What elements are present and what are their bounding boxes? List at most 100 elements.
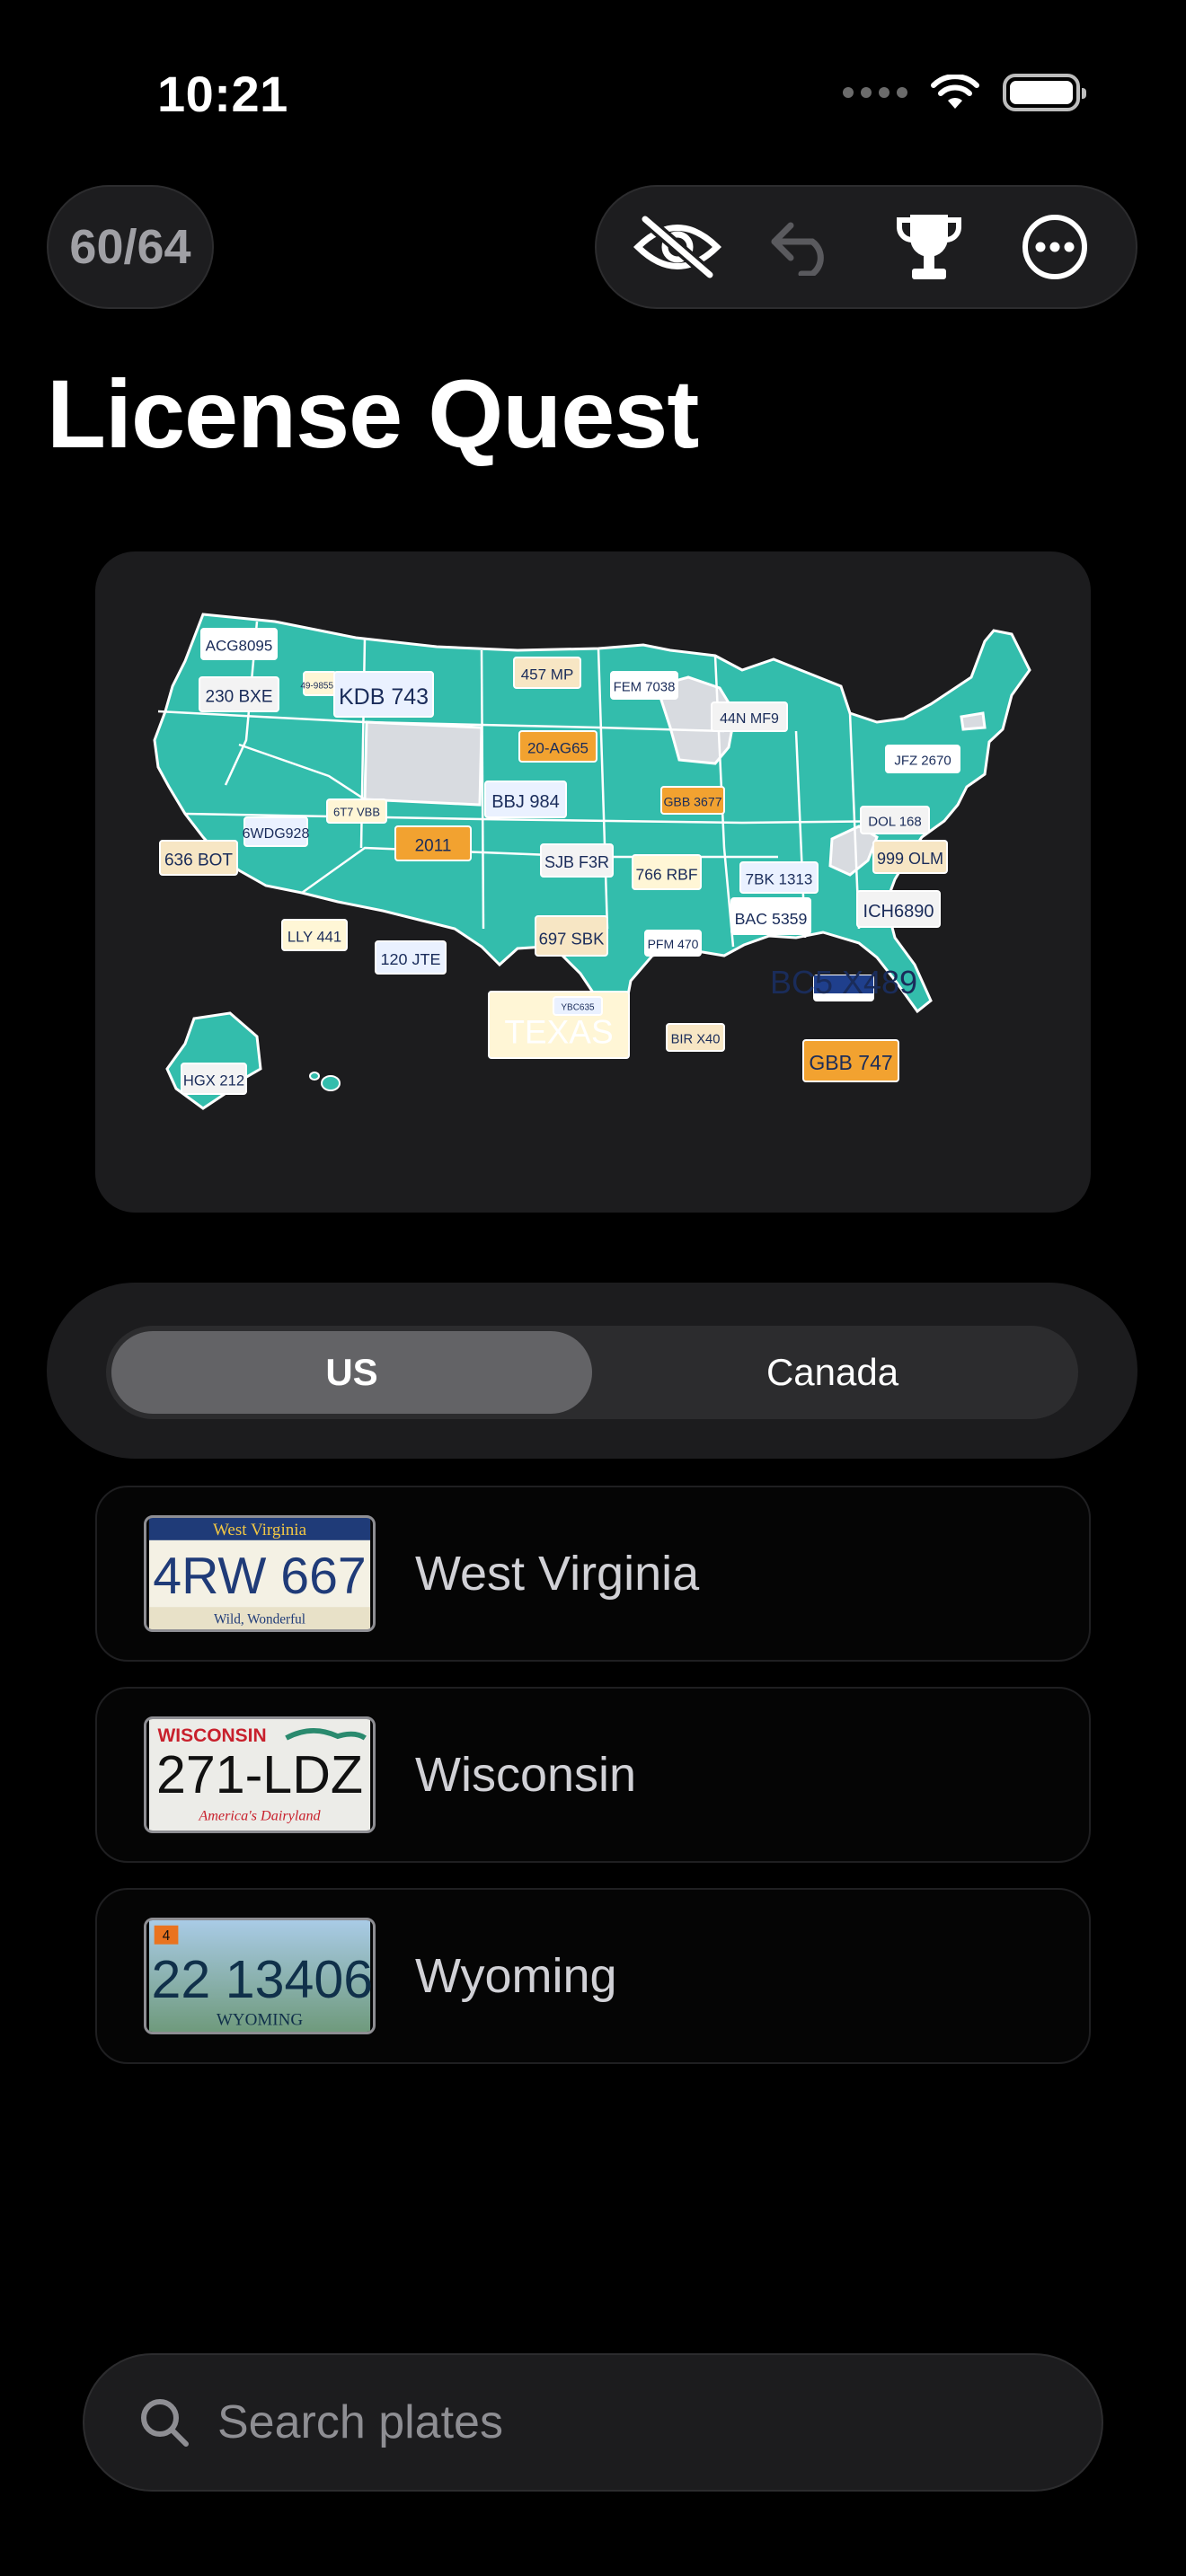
map-plate-label: BIR X40 — [671, 1033, 721, 1047]
svg-text:22 13406: 22 13406 — [152, 1949, 373, 2009]
map-plate-sticker: 120 JTE — [375, 940, 447, 975]
map-plate-label: ACG8095 — [206, 637, 273, 654]
state-name: Wisconsin — [415, 1748, 637, 1802]
map-plate-sticker: 697 SBK — [535, 915, 608, 957]
map-plate-label: LLY 441 — [288, 928, 341, 945]
country-segmented-control[interactable]: US Canada — [106, 1326, 1078, 1419]
eye-slash-icon — [633, 216, 722, 278]
segment-us[interactable]: US — [111, 1331, 592, 1414]
map-plate-label: 766 RBF — [635, 865, 697, 883]
map-plate-label: HGX 212 — [183, 1072, 244, 1089]
map-plate-sticker: BBJ 984 — [484, 781, 567, 818]
map-plate-label: KDB 743 — [339, 684, 429, 710]
svg-text:America's Dairyland: America's Dairyland — [198, 1808, 321, 1824]
undo-button[interactable] — [754, 198, 853, 296]
map-plate-sticker: JFZ 2670 — [885, 745, 960, 773]
map-plate-label: ICH6890 — [863, 902, 934, 922]
svg-text:271-LDZ: 271-LDZ — [156, 1744, 363, 1804]
trophy-icon — [897, 215, 961, 279]
map-plate-label: GBB 747 — [809, 1051, 892, 1074]
map-plate-sticker: KDB 743 — [333, 671, 434, 718]
map-plate-label: PFM 470 — [648, 937, 699, 951]
state-name: West Virginia — [415, 1547, 700, 1601]
map-plate-sticker: BC5 X489 — [770, 964, 917, 1001]
search-icon — [141, 2399, 189, 2447]
svg-text:4: 4 — [163, 1928, 171, 1944]
map-plate-sticker: 20-AG65 — [518, 730, 597, 763]
list-item-wisconsin[interactable]: WISCONSIN 271-LDZ America's Dairyland Wi… — [95, 1687, 1091, 1863]
list-item-wyoming[interactable]: 4 22 13406 WYOMING Wyoming — [95, 1888, 1091, 2064]
map-plate-sticker: DOL 168 — [860, 806, 930, 834]
map-plate-sticker: GBB 3677 — [660, 786, 725, 815]
map-plate-label: DOL 168 — [868, 815, 921, 830]
map-plate-sticker: FEM 7038 — [610, 671, 678, 700]
map-plate-sticker: HGX 212 — [181, 1063, 247, 1095]
map-plate-sticker: BIR X40 — [666, 1023, 725, 1052]
map-plate-sticker: SJB F3R — [540, 843, 614, 878]
map-plate-label: 6WDG928 — [243, 826, 310, 842]
hide-toggle-button[interactable] — [628, 198, 727, 296]
search-bar[interactable] — [83, 2353, 1103, 2492]
list-item-west-virginia[interactable]: West Virginia 4RW 667 Wild, Wonderful We… — [95, 1486, 1091, 1662]
state-list: West Virginia 4RW 667 Wild, Wonderful We… — [95, 1486, 1091, 2089]
map-plate-label: 20-AG65 — [527, 739, 589, 756]
map-plate-sticker: 6WDG928 — [243, 816, 310, 847]
wisconsin-plate: WISCONSIN 271-LDZ America's Dairyland — [148, 1719, 371, 1831]
wyoming-plate: 4 22 13406 WYOMING — [148, 1920, 373, 2032]
map-plate-label: TEXAS — [504, 1014, 613, 1051]
map-plate-sticker: 7BK 1313 — [739, 861, 819, 894]
svg-text:West Virginia: West Virginia — [213, 1521, 307, 1539]
us-map-card[interactable]: ACG8095 230 BXE 49-9855A KDB 743 457 MP FEM 7… — [95, 551, 1091, 1213]
map-plate-label: BBJ 984 — [491, 792, 560, 812]
plate-thumbnail: 4 22 13406 WYOMING — [144, 1918, 376, 2034]
map-plate-label: 457 MP — [521, 666, 574, 683]
toolbar — [595, 185, 1137, 309]
us-map[interactable]: ACG8095230 BXE49-9855A KDB 743457 MPFEM 7… — [95, 551, 1091, 1213]
map-plate-sticker: 230 BXE — [199, 676, 279, 712]
map-plate-label: BC5 X489 — [770, 964, 917, 1001]
map-plate-sticker: 6T7 VBB — [326, 798, 387, 824]
more-button[interactable] — [1005, 198, 1104, 296]
undo-icon — [771, 222, 824, 276]
map-plate-label: GBB 3677 — [663, 795, 721, 809]
map-plate-sticker: 636 BOT — [159, 840, 238, 876]
map-plate-sticker: 2011 — [394, 825, 472, 861]
west-virginia-plate: West Virginia 4RW 667 Wild, Wonderful — [148, 1518, 371, 1629]
more-icon — [1022, 215, 1087, 279]
battery-icon — [1003, 74, 1086, 111]
map-plate-sticker: LLY 441 — [281, 919, 348, 951]
map-plate-sticker: ICH6890 — [856, 890, 941, 928]
map-plate-label: 697 SBK — [539, 930, 605, 948]
collected-counter[interactable]: 60/64 — [47, 185, 214, 309]
search-input[interactable] — [217, 2395, 1026, 2449]
svg-text:Wild, Wonderful: Wild, Wonderful — [214, 1611, 305, 1627]
segment-canada[interactable]: Canada — [592, 1331, 1073, 1414]
country-segment-container: US Canada — [47, 1283, 1137, 1459]
status-time: 10:21 — [157, 66, 288, 122]
plate-thumbnail: West Virginia 4RW 667 Wild, Wonderful — [144, 1515, 376, 1632]
map-plate-label: 6T7 VBB — [333, 806, 380, 819]
map-plate-label: SJB F3R — [544, 853, 609, 871]
map-plate-sticker: 44N MF9 — [711, 701, 788, 732]
map-plate-label: 120 JTE — [381, 950, 441, 968]
map-plate-sticker: 766 RBF — [632, 854, 702, 890]
map-plate-sticker: PFM 470 — [644, 930, 702, 957]
leaderboard-button[interactable] — [880, 198, 978, 296]
map-plate-label: 2011 — [415, 836, 452, 855]
page-title: License Quest — [47, 359, 699, 468]
app-screen: 10:21 60/64 License Quest ACG8095 230 BX… — [0, 0, 1186, 2576]
map-plate-sticker: ACG8095 — [200, 628, 278, 660]
map-plate-sticker: GBB 747 — [802, 1039, 899, 1082]
svg-text:4RW 667: 4RW 667 — [153, 1548, 366, 1605]
cellular-signal-icon — [843, 87, 907, 98]
map-plate-label: BAC 5359 — [735, 910, 808, 928]
map-plate-label: 44N MF9 — [720, 711, 779, 727]
map-plate-label: JFZ 2670 — [894, 754, 951, 769]
wyoming-missing — [363, 720, 483, 807]
svg-text:WISCONSIN: WISCONSIN — [157, 1725, 266, 1746]
map-plate-sticker: 999 OLM — [872, 840, 948, 874]
map-plate-label: 230 BXE — [206, 687, 273, 706]
map-plate-label: 7BK 1313 — [746, 870, 813, 887]
plate-thumbnail: WISCONSIN 271-LDZ America's Dairyland — [144, 1716, 376, 1833]
map-plate-label: YBC635 — [561, 1002, 595, 1012]
